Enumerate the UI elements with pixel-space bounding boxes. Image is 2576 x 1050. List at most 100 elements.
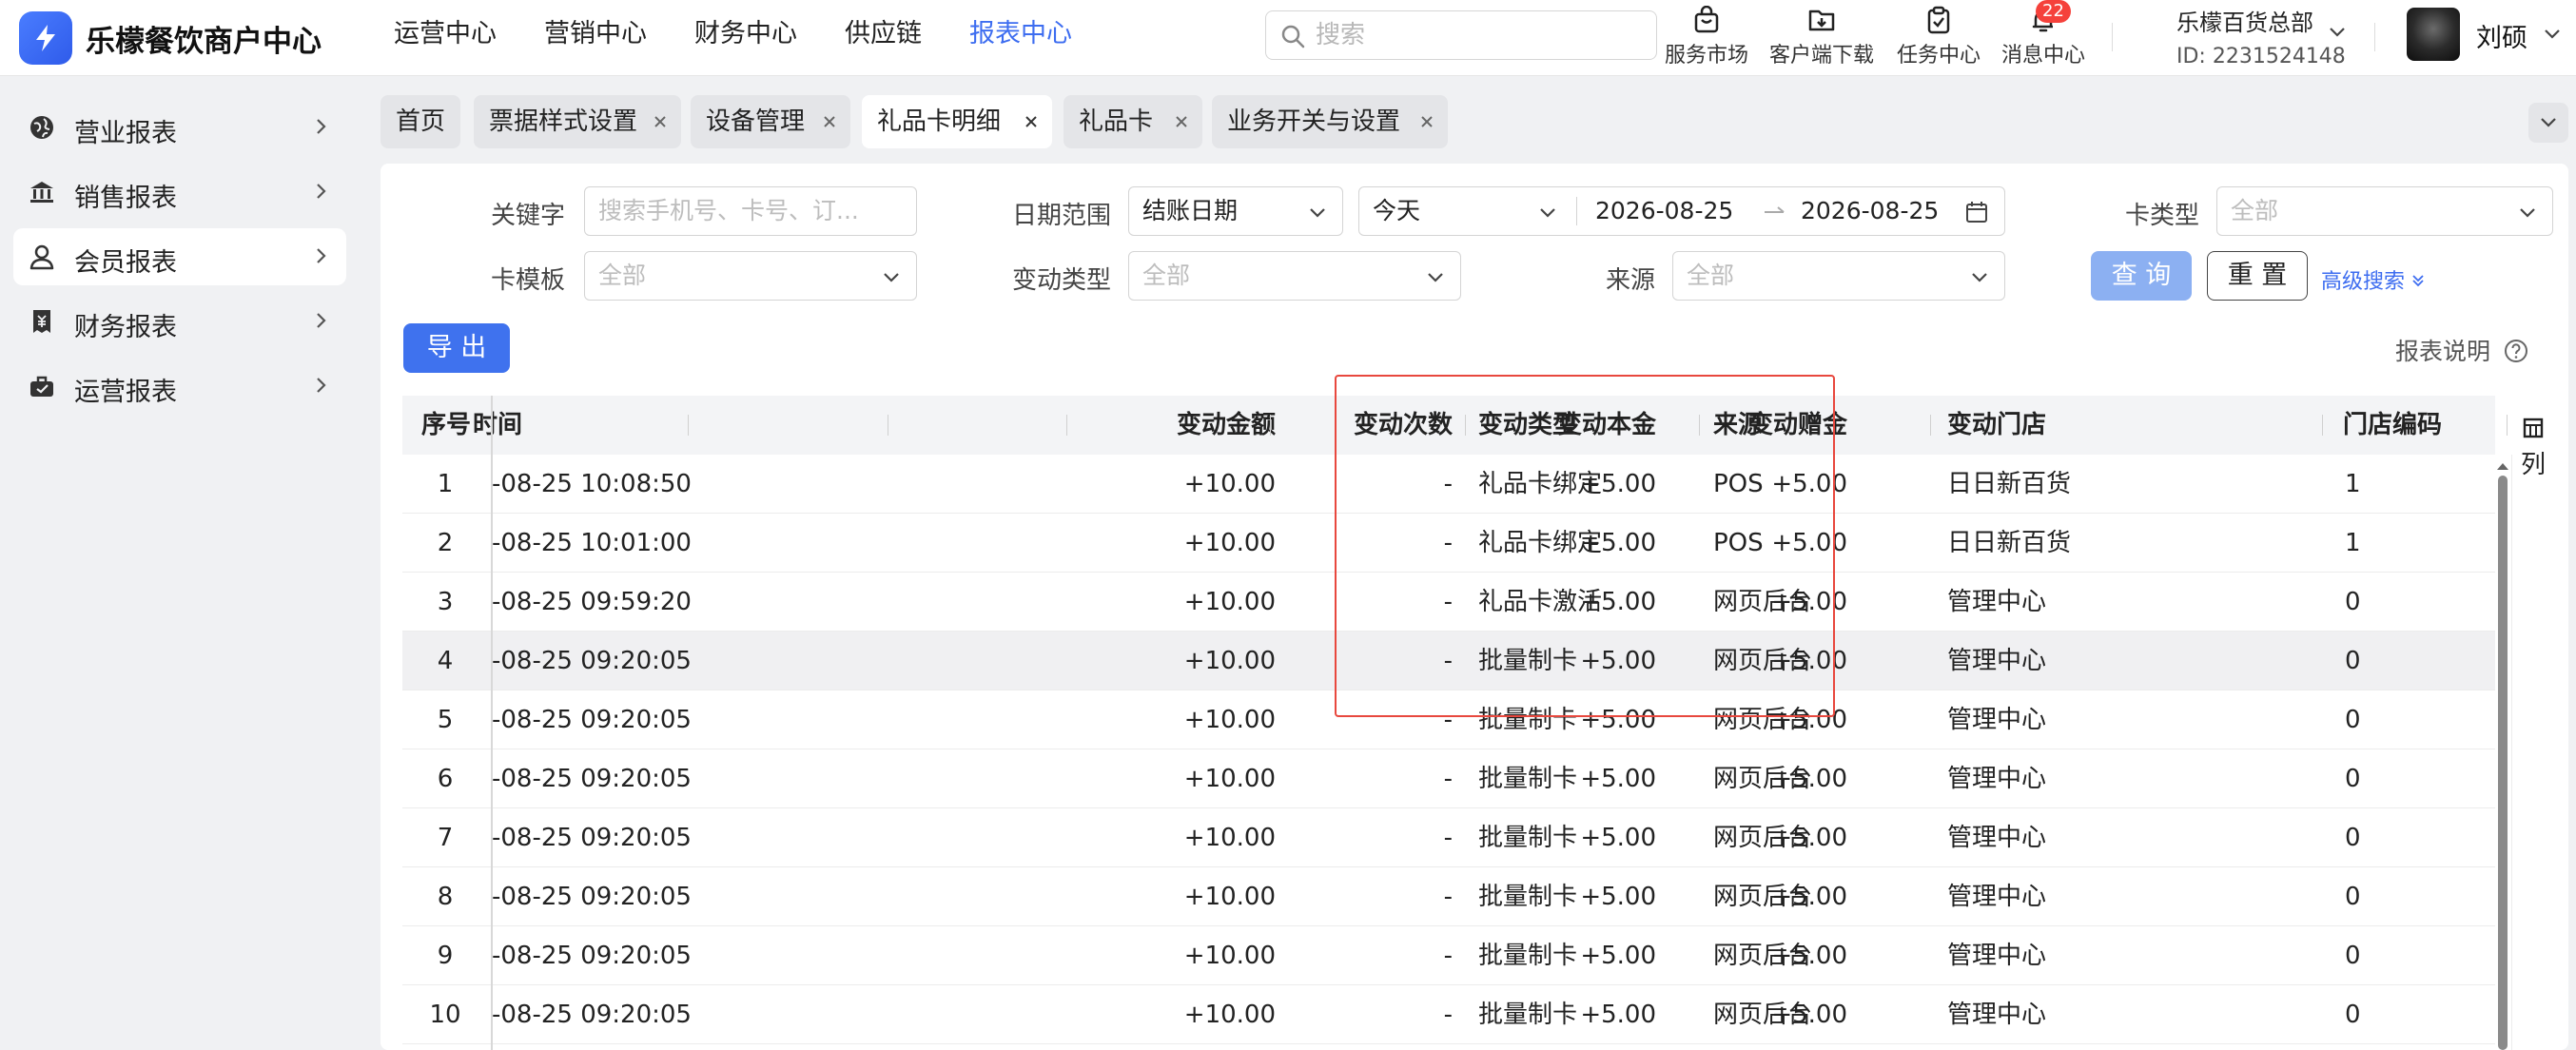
sidebar-item-label: 销售报表 <box>74 184 177 213</box>
export-button[interactable]: 导 出 <box>403 323 510 373</box>
sidebar-item-sales-report[interactable]: 销售报表 <box>13 164 346 221</box>
tab-gift-card-detail[interactable]: 礼品卡明细 <box>862 95 1052 148</box>
user-name[interactable]: 刘硕 <box>2476 17 2527 54</box>
change-type-label: 变动类型 <box>1012 266 1112 295</box>
col-header-time[interactable]: 时间 <box>473 396 522 455</box>
table-row[interactable]: 8 -08-25 09:20:05 +10.00 - +5.00 +5.00 批… <box>402 867 2495 926</box>
chevron-down-icon[interactable] <box>2542 23 2563 44</box>
close-icon[interactable] <box>822 114 837 129</box>
table-row[interactable]: 1 -08-25 10:08:50 +10.00 - +5.00 +5.00 礼… <box>402 455 2495 514</box>
cell-time: -08-25 09:59:20 <box>492 588 692 616</box>
source-select[interactable]: 全部 <box>1672 251 2005 301</box>
scroll-up-arrow[interactable] <box>2495 460 2510 472</box>
table-row[interactable]: 6 -08-25 09:20:05 +10.00 - +5.00 +5.00 批… <box>402 749 2495 808</box>
date-type-select[interactable]: 结账日期 <box>1128 186 1343 236</box>
close-icon[interactable] <box>653 114 668 129</box>
task-center-button[interactable]: 任务中心 <box>1897 2 1981 68</box>
column-resizer[interactable] <box>1270 415 1271 436</box>
card-type-select[interactable]: 全部 <box>2216 186 2553 236</box>
tab-label: 礼品卡 <box>1079 107 1154 136</box>
col-header-source[interactable]: 来源 <box>1713 396 1763 455</box>
table-row[interactable]: 2 -08-25 10:01:00 +10.00 - +5.00 +5.00 礼… <box>402 514 2495 573</box>
table-scrollbar[interactable] <box>2498 476 2508 1050</box>
date-range-picker[interactable]: 今天 2026-08-25 2026-08-25 <box>1358 186 2005 236</box>
col-header-change-type[interactable]: 变动类型 <box>1478 396 1577 455</box>
sidebar-item-ops-report[interactable]: 运营报表 <box>13 358 346 415</box>
top-nav: 运营中心 营销中心 财务中心 供应链 报表中心 <box>394 0 1120 68</box>
nav-supply-chain[interactable]: 供应链 <box>845 0 922 68</box>
chevron-down-icon <box>1428 273 1443 282</box>
chevron-down-icon <box>1540 208 1555 218</box>
avatar[interactable] <box>2407 8 2460 61</box>
search-input[interactable] <box>1316 19 1639 51</box>
close-icon[interactable] <box>1174 114 1189 129</box>
tab-gift-card[interactable]: 礼品卡 <box>1064 95 1202 148</box>
col-header-change-count[interactable]: 变动次数 <box>1354 396 1453 455</box>
cell-source: 网页后台 <box>1713 647 1813 675</box>
column-resizer[interactable] <box>1699 415 1700 436</box>
column-resizer[interactable] <box>2507 415 2508 436</box>
folder-download-icon <box>1808 10 1835 31</box>
cell-change-type: 批量制卡 <box>1478 883 1578 911</box>
start-date[interactable]: 2026-08-25 <box>1595 187 1733 235</box>
tab-home[interactable]: 首页 <box>381 95 460 148</box>
nav-marketing-center[interactable]: 营销中心 <box>544 0 647 68</box>
reset-button[interactable]: 重 置 <box>2207 251 2308 301</box>
advanced-search-link[interactable]: 高级搜索 <box>2321 264 2425 295</box>
tab-business-settings[interactable]: 业务开关与设置 <box>1212 95 1448 148</box>
table-row[interactable]: 5 -08-25 09:20:05 +10.00 - +5.00 +5.00 批… <box>402 690 2495 749</box>
date-preset-value[interactable]: 今天 <box>1373 197 1420 224</box>
sidebar-item-member-report[interactable]: 会员报表 <box>13 228 346 285</box>
column-resizer[interactable] <box>1465 415 1466 436</box>
tabs-more-button[interactable] <box>2528 103 2568 143</box>
org-switcher[interactable]: 乐檬百货总部 ID: 2231524148 <box>2176 4 2346 68</box>
close-icon[interactable] <box>1024 114 1039 129</box>
top-bar: 乐檬餐饮商户中心 运营中心 营销中心 财务中心 供应链 报表中心 服务市场 客户… <box>0 0 2576 76</box>
cell-store: 管理中心 <box>1947 824 2047 852</box>
calendar-icon[interactable] <box>1964 200 1989 224</box>
chevron-down-icon <box>1972 273 1987 282</box>
cell-store: 管理中心 <box>1947 942 2047 970</box>
change-type-select[interactable]: 全部 <box>1128 251 1461 301</box>
col-header-store[interactable]: 变动门店 <box>1947 396 2046 455</box>
tab-device-management[interactable]: 设备管理 <box>691 95 850 148</box>
cell-change-amount: +10.00 <box>1183 647 1276 675</box>
column-resizer[interactable] <box>1930 415 1931 436</box>
keyword-input[interactable]: 搜索手机号、卡号、订... <box>584 186 917 236</box>
sidebar-item-business-report[interactable]: 营业报表 <box>13 99 346 156</box>
sidebar-item-finance-report[interactable]: 财务报表 <box>13 293 346 350</box>
card-template-select[interactable]: 全部 <box>584 251 917 301</box>
nav-report-center[interactable]: 报表中心 <box>969 0 1072 68</box>
close-icon[interactable] <box>1419 114 1434 129</box>
tab-label: 票据样式设置 <box>489 107 638 136</box>
globe-icon <box>30 116 53 139</box>
column-resizer[interactable] <box>1066 415 1067 436</box>
column-resizer[interactable] <box>688 415 689 436</box>
table-row[interactable]: 10 -08-25 09:20:05 +10.00 - +5.00 +5.00 … <box>402 985 2495 1044</box>
col-header-change-amount[interactable]: 变动金额 <box>1177 396 1276 455</box>
client-download-button[interactable]: 客户端下载 <box>1769 2 1874 68</box>
report-help-label: 报表说明 <box>2395 338 2491 365</box>
table-row[interactable]: 7 -08-25 09:20:05 +10.00 - +5.00 +5.00 批… <box>402 808 2495 867</box>
nav-ops-center[interactable]: 运营中心 <box>394 0 497 68</box>
table-row[interactable]: 9 -08-25 09:20:05 +10.00 - +5.00 +5.00 批… <box>402 926 2495 985</box>
end-date[interactable]: 2026-08-25 <box>1801 187 1939 235</box>
col-header-change-bonus[interactable]: 变动赠金 <box>1748 396 1847 455</box>
cell-change-count: - <box>1443 529 1453 557</box>
chevron-down-icon[interactable] <box>2327 21 2348 42</box>
nav-finance-center[interactable]: 财务中心 <box>694 0 797 68</box>
tab-receipt-style[interactable]: 票据样式设置 <box>474 95 681 148</box>
source-value: 全部 <box>1687 262 1735 289</box>
table-row[interactable]: 3 -08-25 09:59:20 +10.00 - +5.00 +5.00 礼… <box>402 573 2495 632</box>
column-settings-button[interactable]: 列 <box>2517 417 2549 480</box>
table-row[interactable]: 4 -08-25 09:20:05 +10.00 - +5.00 +5.00 批… <box>402 632 2495 690</box>
cell-change-count: - <box>1443 588 1453 616</box>
col-header-store-code[interactable]: 门店编码 <box>2343 396 2442 455</box>
service-market-button[interactable]: 服务市场 <box>1665 2 1748 68</box>
report-help-link[interactable]: 报表说明 <box>2395 333 2528 367</box>
message-center-button[interactable]: 22 消息中心 <box>2001 0 2085 68</box>
column-resizer[interactable] <box>2322 415 2323 436</box>
query-button[interactable]: 查 询 <box>2091 251 2192 301</box>
cell-source: POS <box>1713 470 1764 498</box>
sidebar-item-label: 会员报表 <box>74 248 177 278</box>
